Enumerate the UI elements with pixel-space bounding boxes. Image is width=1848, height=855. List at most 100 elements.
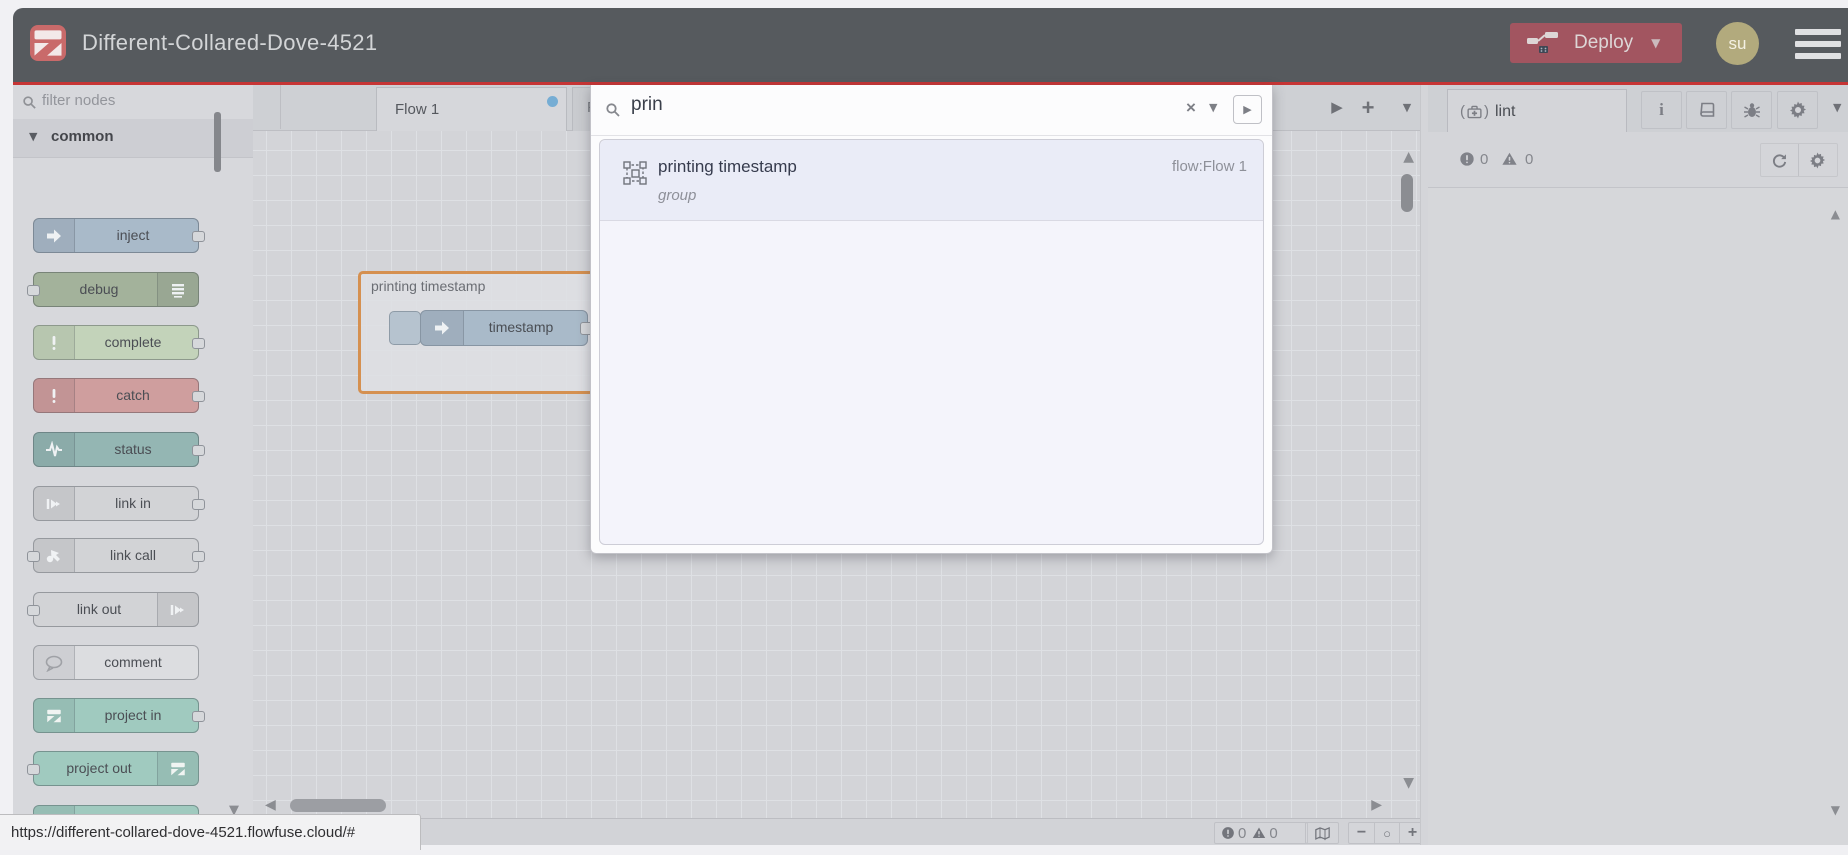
flowfuse-logo-icon [157, 752, 198, 785]
search-input[interactable] [629, 93, 1333, 117]
canvas-scroll-left-icon[interactable]: ◀ [265, 797, 276, 813]
node-palette: filter nodes ▼ common ▼ inject debug com… [13, 85, 254, 845]
output-port[interactable] [192, 337, 205, 349]
search-icon [22, 95, 37, 110]
link-icon [34, 487, 75, 520]
input-port[interactable] [27, 604, 40, 616]
zoom-out-button[interactable]: − [1349, 823, 1374, 843]
sidebar-tab-config-button[interactable] [1777, 91, 1818, 129]
header: Different-Collared-Dove-4521 Deploy ▼ su [13, 8, 1848, 85]
gear-icon [1809, 152, 1826, 169]
error-icon [1459, 151, 1475, 167]
exclamation-icon [34, 379, 75, 412]
chevron-down-icon: ▼ [29, 130, 38, 143]
page-title: Different-Collared-Dove-4521 [82, 30, 378, 55]
add-flow-button[interactable]: + [1355, 85, 1381, 130]
tab-flow-1[interactable]: Flow 1 [376, 87, 567, 131]
lint-actions [1760, 143, 1838, 177]
sidebar-scroll-up-icon[interactable]: ▲ [1831, 207, 1840, 221]
link-call-icon [34, 539, 75, 572]
input-port[interactable] [27, 763, 40, 775]
search-next-button[interactable]: ▶ [1233, 95, 1262, 124]
palette-node-link-in[interactable]: link in [33, 486, 205, 521]
inject-trigger-button[interactable] [389, 311, 421, 345]
sidebar-tab-help-button[interactable] [1686, 91, 1727, 129]
link-icon [157, 593, 198, 626]
search-results-list: printing timestamp flow:Flow 1 group [599, 139, 1264, 545]
output-port[interactable] [192, 230, 205, 242]
input-port[interactable] [27, 284, 40, 296]
palette-node-catch[interactable]: catch [33, 378, 205, 413]
minimap-toggle-button[interactable] [1305, 822, 1339, 844]
group-icon [622, 160, 648, 186]
sidebar-menu-caret-icon[interactable]: ▼ [1833, 101, 1841, 114]
output-port[interactable] [192, 498, 205, 510]
palette-node-link-call[interactable]: link call [27, 538, 205, 573]
sidebar-tab-label: lint [1495, 102, 1516, 120]
palette-scrollbar[interactable] [214, 112, 221, 172]
flow-list-caret-icon[interactable]: ▼ [1397, 85, 1417, 130]
browser-status-tooltip: https://different-collared-dove-4521.flo… [0, 814, 421, 850]
palette-node-project-out[interactable]: project out [27, 751, 199, 786]
palette-node-status[interactable]: status [33, 432, 205, 467]
main-menu-button[interactable] [1795, 29, 1841, 61]
lint-refresh-button[interactable] [1761, 144, 1798, 176]
inject-icon [34, 219, 75, 252]
deploy-button[interactable]: Deploy ▼ [1510, 23, 1682, 63]
palette-node-comment[interactable]: comment [33, 645, 199, 680]
result-type: group [658, 187, 697, 204]
palette-node-complete[interactable]: complete [33, 325, 205, 360]
debug-icon [157, 273, 198, 306]
search-result-row[interactable]: printing timestamp flow:Flow 1 group [600, 140, 1263, 221]
user-avatar[interactable]: su [1716, 22, 1759, 65]
palette-filter-placeholder: filter nodes [42, 92, 116, 109]
output-port[interactable] [192, 444, 205, 456]
deploy-icon [1526, 30, 1560, 56]
search-options-caret-icon[interactable]: ▼ [1209, 101, 1217, 114]
sidebar-scroll-down-icon[interactable]: ▼ [1831, 803, 1840, 817]
lint-error-count: 0 [1480, 151, 1489, 168]
lint-warning-count: 0 [1525, 151, 1534, 168]
warning-count: 0 [1269, 824, 1278, 842]
first-aid-kit-icon [1466, 104, 1483, 120]
canvas-scroll-down-icon[interactable]: ▼ [1403, 775, 1414, 791]
sidebar-tab-info-button[interactable]: i [1641, 91, 1682, 129]
output-port[interactable] [192, 550, 205, 562]
pulse-icon [34, 433, 75, 466]
output-port[interactable] [192, 710, 205, 722]
zoom-reset-button[interactable]: ○ [1375, 823, 1399, 843]
comment-bubble-icon [34, 646, 75, 679]
gear-icon [1789, 101, 1807, 119]
canvas-hscrollbar-thumb[interactable] [290, 799, 386, 812]
clear-search-icon[interactable]: × [1186, 98, 1196, 118]
info-icon: i [1659, 100, 1664, 119]
inject-icon [421, 311, 464, 345]
inject-node-timestamp[interactable]: timestamp [420, 310, 595, 346]
input-port[interactable] [27, 550, 40, 562]
group-label: printing timestamp [371, 278, 486, 294]
deploy-caret-icon[interactable]: ▼ [1651, 36, 1660, 50]
search-dialog: × ▼ ▶ printing timestamp flow:Flow 1 gro… [590, 85, 1333, 554]
sidebar-tabbar: ( ) lint i ▼ [1428, 85, 1848, 133]
hamburger-icon [1795, 29, 1841, 35]
bug-icon [1743, 101, 1761, 119]
deploy-label: Deploy [1574, 32, 1634, 53]
search-input-row: × ▼ ▶ [591, 85, 1333, 136]
output-port[interactable] [192, 390, 205, 402]
error-count: 0 [1238, 824, 1247, 842]
map-icon [1314, 826, 1331, 841]
warning-icon [1501, 151, 1518, 167]
sidebar-tab-lint[interactable]: ( ) lint [1447, 89, 1627, 133]
sidebar-tab-debug-button[interactable] [1731, 91, 1772, 129]
flowfuse-logo-icon [34, 699, 75, 732]
lint-settings-button[interactable] [1799, 144, 1836, 176]
canvas-scroll-right-icon[interactable]: ▶ [1371, 797, 1382, 813]
palette-node-link-out[interactable]: link out [27, 592, 199, 627]
palette-node-inject[interactable]: inject [33, 218, 205, 253]
result-title: printing timestamp [658, 157, 797, 176]
palette-node-debug[interactable]: debug [27, 272, 199, 307]
canvas-scroll-up-icon[interactable]: ▲ [1403, 149, 1414, 165]
canvas-issue-badges[interactable]: 0 0 [1214, 822, 1308, 844]
palette-node-project-in[interactable]: project in [33, 698, 205, 733]
canvas-vscrollbar-thumb[interactable] [1401, 174, 1413, 212]
